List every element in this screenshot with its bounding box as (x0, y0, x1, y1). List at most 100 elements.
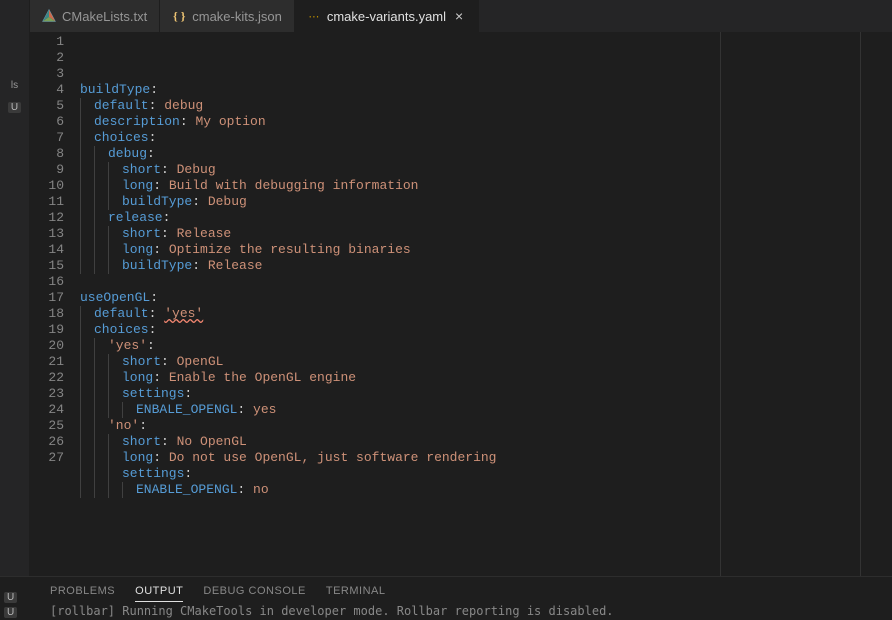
indent-guide (108, 178, 122, 194)
line-number: 21 (30, 354, 64, 370)
code-line[interactable]: choices: (80, 322, 892, 338)
indent-guide (94, 178, 108, 194)
indent-guide (94, 210, 108, 226)
panel-tab-problems[interactable]: PROBLEMS (50, 581, 115, 602)
yaml-value: Enable the OpenGL engine (169, 370, 356, 386)
code-line[interactable]: 'yes': (80, 338, 892, 354)
line-number: 14 (30, 242, 64, 258)
panel-tab-debug-console[interactable]: DEBUG CONSOLE (203, 581, 305, 602)
bottom-panel: PROBLEMS OUTPUT DEBUG CONSOLE TERMINAL [rol… (0, 576, 892, 620)
yaml-key: long (122, 242, 153, 258)
indent-guide (108, 226, 122, 242)
yaml-colon: : (163, 210, 171, 226)
code-line[interactable]: long: Optimize the resulting binaries (80, 242, 892, 258)
yaml-colon: : (237, 402, 253, 418)
yaml-value: Do not use OpenGL, just software renderi… (169, 450, 497, 466)
code-line[interactable]: buildType: Debug (80, 194, 892, 210)
yaml-value: Debug (177, 162, 216, 178)
code-line[interactable]: description: My option (80, 114, 892, 130)
indent-guide (80, 466, 94, 482)
line-number: 3 (30, 66, 64, 82)
line-number: 27 (30, 450, 64, 466)
yaml-key: default (94, 306, 149, 322)
yaml-value: 'yes' (164, 306, 203, 322)
indent-guide (108, 434, 122, 450)
code-line[interactable]: short: No OpenGL (80, 434, 892, 450)
indent-guide (80, 242, 94, 258)
code-line[interactable]: long: Enable the OpenGL engine (80, 370, 892, 386)
indent-guide (94, 242, 108, 258)
indent-guide (94, 418, 108, 434)
code-line[interactable]: short: Debug (80, 162, 892, 178)
code-line[interactable]: release: (80, 210, 892, 226)
panel-tab-terminal[interactable]: TERMINAL (326, 581, 386, 602)
code-line[interactable]: choices: (80, 130, 892, 146)
code-line[interactable]: default: 'yes' (80, 306, 892, 322)
code-line[interactable]: debug: (80, 146, 892, 162)
yaml-colon: : (237, 482, 253, 498)
code-line[interactable]: buildType: Release (80, 258, 892, 274)
code-line[interactable]: buildType: (80, 82, 892, 98)
indent-guide (80, 98, 94, 114)
code-line[interactable]: long: Do not use OpenGL, just software r… (80, 450, 892, 466)
line-number: 26 (30, 434, 64, 450)
yaml-key: buildType (122, 258, 192, 274)
editor-tab-1[interactable]: { }cmake-kits.json (160, 0, 295, 32)
scm-badge: U (4, 607, 17, 618)
indent-guide (80, 338, 94, 354)
yaml-key: choices (94, 130, 149, 146)
indent-guide (80, 306, 94, 322)
indent-guide (108, 450, 122, 466)
code-line[interactable]: short: OpenGL (80, 354, 892, 370)
indent-guide (108, 194, 122, 210)
code-line[interactable]: useOpenGL: (80, 290, 892, 306)
code-line[interactable]: 'no': (80, 418, 892, 434)
indent-guide (80, 226, 94, 242)
editor-tab-0[interactable]: CMakeLists.txt (30, 0, 160, 32)
yaml-key: long (122, 178, 153, 194)
yaml-colon: : (161, 162, 177, 178)
code-area[interactable]: buildType:default: debugdescription: My … (80, 32, 892, 576)
yaml-colon: : (192, 194, 208, 210)
editor-tab-2[interactable]: ⋯cmake-variants.yaml× (295, 0, 479, 32)
indent-guide (94, 402, 108, 418)
yaml-key: ENABLE_OPENGL (136, 482, 237, 498)
yaml-value: My option (195, 114, 265, 130)
yaml-key: short (122, 354, 161, 370)
yaml-colon: : (149, 130, 157, 146)
line-number: 23 (30, 386, 64, 402)
code-line[interactable]: ENBALE_OPENGL: yes (80, 402, 892, 418)
yaml-colon: : (153, 178, 169, 194)
panel-tab-output[interactable]: OUTPUT (135, 581, 183, 602)
indent-guide (122, 482, 136, 498)
indent-guide (108, 386, 122, 402)
output-content[interactable]: [rollbar] Running CMakeTools in develope… (0, 602, 892, 618)
indent-guide (80, 162, 94, 178)
code-line[interactable]: short: Release (80, 226, 892, 242)
yaml-value: Debug (208, 194, 247, 210)
line-number: 11 (30, 194, 64, 210)
close-icon[interactable]: × (452, 9, 466, 23)
yaml-colon: : (161, 354, 177, 370)
code-line[interactable] (80, 498, 892, 514)
code-line[interactable] (80, 274, 892, 290)
yaml-key: short (122, 434, 161, 450)
code-line[interactable]: ENABLE_OPENGL: no (80, 482, 892, 498)
indent-guide (94, 370, 108, 386)
yaml-colon: : (153, 450, 169, 466)
code-line[interactable]: default: debug (80, 98, 892, 114)
line-number: 12 (30, 210, 64, 226)
code-line[interactable]: settings: (80, 386, 892, 402)
yaml-key: debug (108, 146, 147, 162)
yaml-key: ENBALE_OPENGL (136, 402, 237, 418)
editor-body[interactable]: 1234567891011121314151617181920212223242… (30, 32, 892, 576)
yaml-key: long (122, 370, 153, 386)
line-number: 1 (30, 34, 64, 50)
yaml-key: short (122, 226, 161, 242)
code-line[interactable]: settings: (80, 466, 892, 482)
line-number: 9 (30, 162, 64, 178)
yaml-icon: ⋯ (307, 9, 321, 23)
code-line[interactable]: long: Build with debugging information (80, 178, 892, 194)
yaml-key: settings (122, 386, 184, 402)
indent-guide (80, 130, 94, 146)
